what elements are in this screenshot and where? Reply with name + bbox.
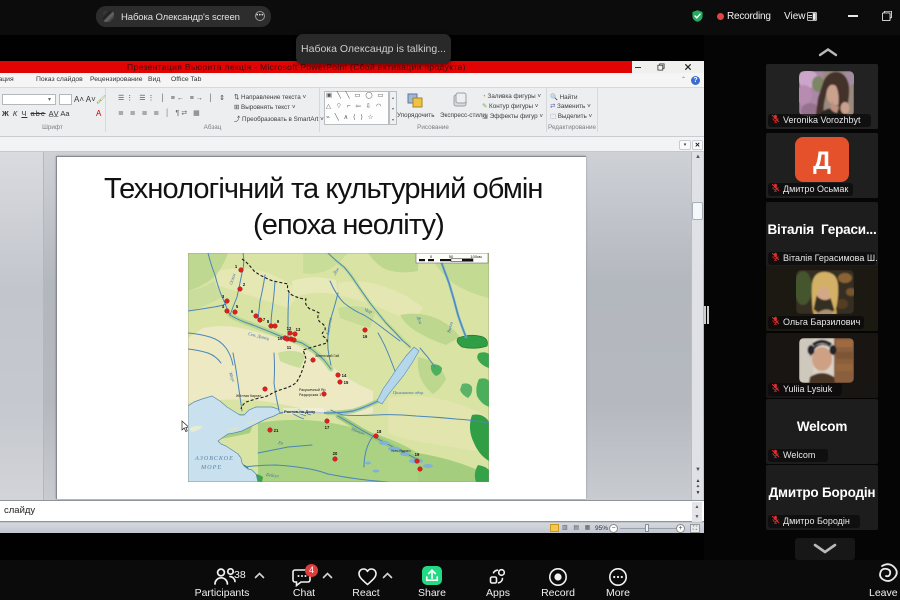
svg-text:Зеленский Гай: Зеленский Гай (315, 354, 339, 358)
svg-text:12: 12 (287, 326, 292, 331)
svg-text:18: 18 (377, 429, 382, 434)
svg-text:100км: 100км (470, 254, 481, 259)
svg-text:АЗОВСКОЕ: АЗОВСКОЕ (194, 455, 234, 462)
svg-text:Жёлтая Каргал: Жёлтая Каргал (236, 394, 261, 398)
svg-text:13: 13 (296, 327, 301, 332)
svg-text:Раздорская 1: Раздорская 1 (299, 393, 321, 397)
svg-text:17: 17 (325, 425, 330, 430)
svg-text:14: 14 (342, 373, 347, 378)
svg-text:16: 16 (363, 334, 368, 339)
svg-text:Усть-Гудзео: Усть-Гудзео (391, 449, 411, 453)
svg-text:19: 19 (415, 452, 420, 457)
svg-text:15: 15 (344, 380, 349, 385)
svg-text:10: 10 (278, 336, 283, 341)
svg-text:11: 11 (287, 345, 292, 350)
svg-text:Д: Д (813, 147, 831, 175)
svg-text:50: 50 (449, 254, 454, 259)
svg-text:Ракушечный Яр: Ракушечный Яр (299, 388, 326, 392)
svg-text:20: 20 (333, 451, 338, 456)
svg-text:Цимлянское вдхр.: Цимлянское вдхр. (392, 390, 424, 395)
svg-text:МОРЕ: МОРЕ (200, 464, 222, 471)
svg-text:Ростов-на-Дону: Ростов-на-Дону (284, 409, 316, 414)
svg-text:Ея: Ея (277, 440, 284, 446)
svg-text:21: 21 (274, 428, 279, 433)
